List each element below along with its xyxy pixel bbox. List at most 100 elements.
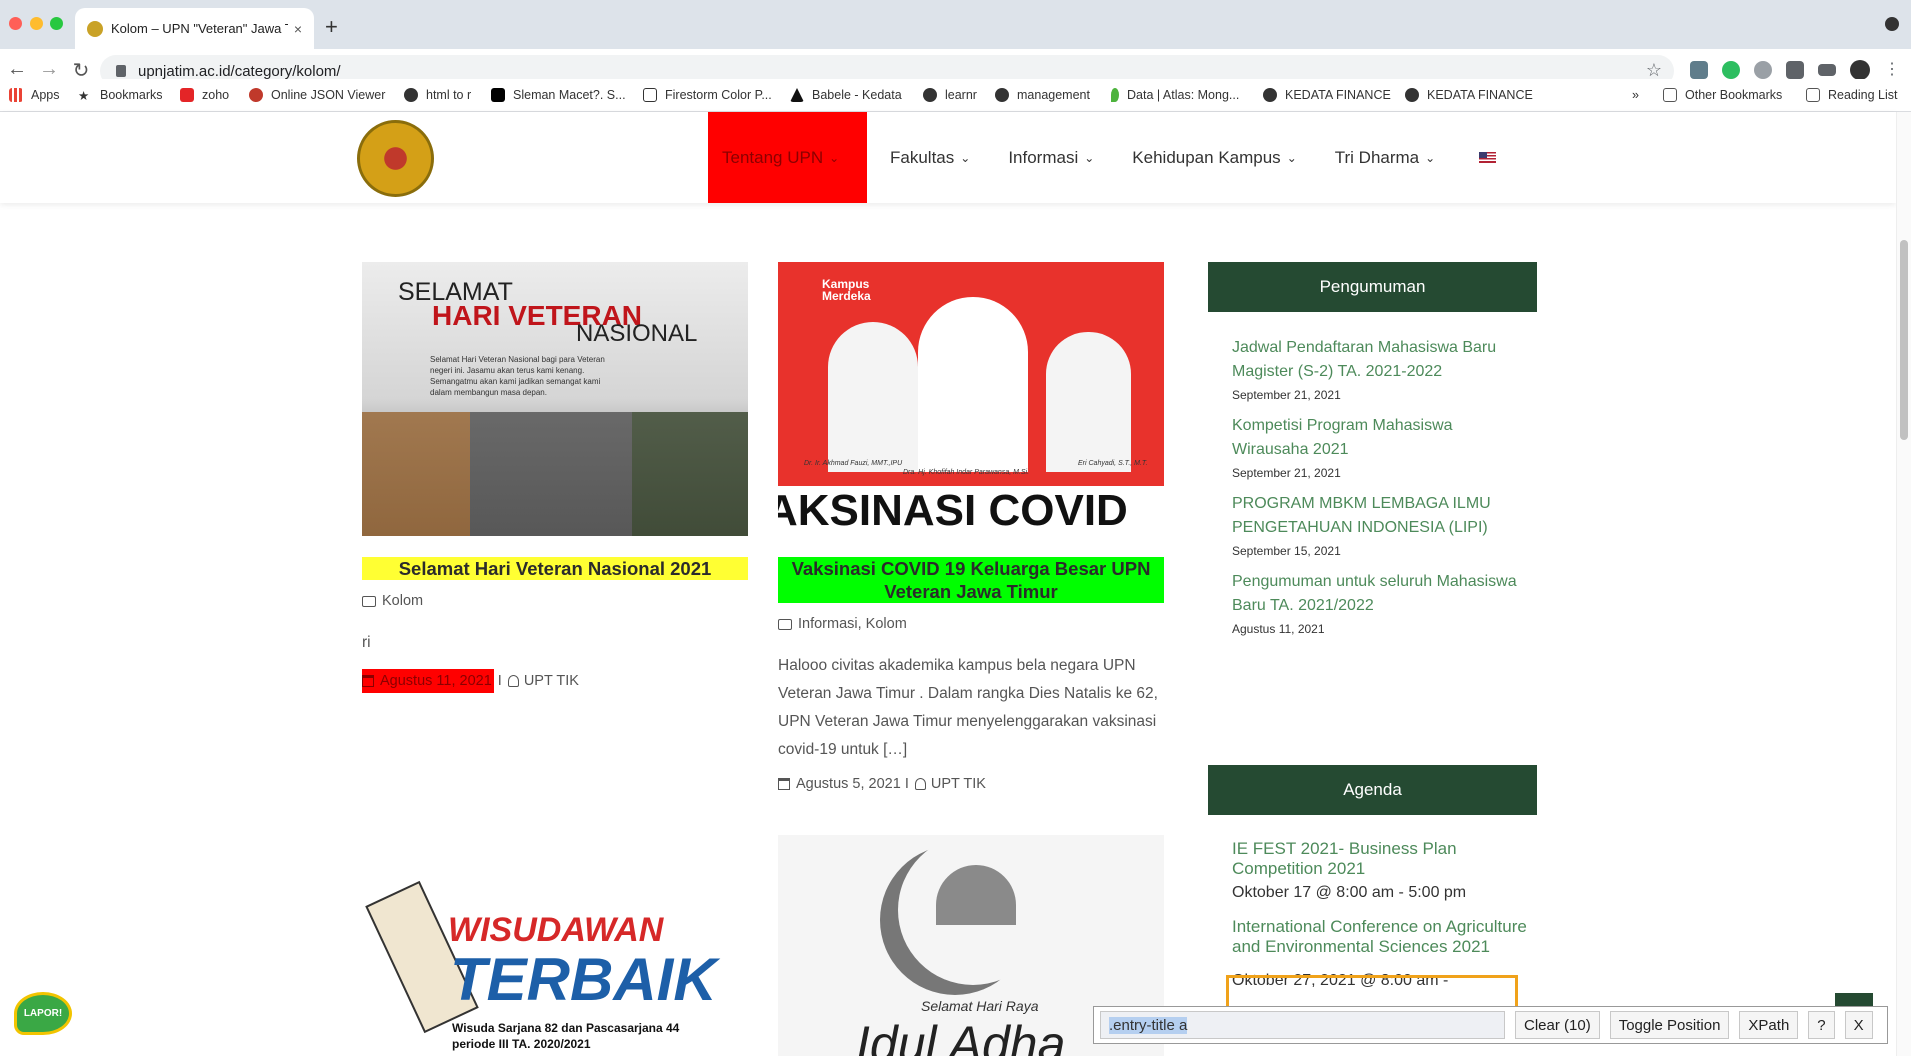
new-tab-button[interactable]: + <box>325 14 338 40</box>
post-date-link[interactable]: Agustus 5, 2021 <box>796 776 901 792</box>
babele-icon <box>790 88 804 102</box>
list-item: Pengumuman untuk seluruh Mahasiswa Baru … <box>1232 570 1532 636</box>
thumbnail-text: Selamat Hari Raya <box>921 998 1039 1014</box>
category-link[interactable]: Informasi, Kolom <box>798 616 907 632</box>
bookmarks-overflow[interactable]: » <box>1632 88 1639 102</box>
announcement-link[interactable]: PROGRAM MBKM LEMBAGA ILMU PENGETAHUAN IN… <box>1232 492 1532 540</box>
entry-title: Selamat Hari Veteran Nasional 2021 <box>362 557 748 580</box>
agenda-heading: Agenda <box>1208 765 1537 815</box>
back-arrow-icon[interactable]: ← <box>4 58 30 81</box>
extension-icon[interactable] <box>1690 61 1708 79</box>
bookmark-html-to-r[interactable]: html to r <box>404 88 471 102</box>
thumbnail-photo <box>362 412 748 536</box>
post-thumbnail[interactable]: WISUDAWAN TERBAIK Wisuda Sarjana 82 dan … <box>362 835 748 1056</box>
evernote-extension-icon[interactable] <box>1722 61 1740 79</box>
close-button[interactable]: X <box>1844 1011 1873 1039</box>
agenda-time: Oktober 17 @ 8:00 am - 5:00 pm <box>1232 884 1467 901</box>
reading-list[interactable]: Reading List <box>1806 88 1898 102</box>
announcement-date: Agustus 11, 2021 <box>1232 622 1325 636</box>
meta-separator: I <box>904 776 909 792</box>
menu-item-kehidupan-kampus[interactable]: Kehidupan Kampus ⌄ <box>1117 112 1311 203</box>
tab-close-icon[interactable]: × <box>294 21 302 37</box>
post-thumbnail[interactable]: SELAMAT HARI VETERAN NASIONAL Selamat Ha… <box>362 262 748 536</box>
post-excerpt: ri <box>362 634 371 651</box>
thumbnail-photo <box>918 297 1028 472</box>
other-bookmarks[interactable]: Other Bookmarks <box>1663 88 1782 102</box>
upn-logo[interactable] <box>357 120 434 197</box>
tab-title: Kolom – UPN "Veteran" Jawa T <box>111 21 288 36</box>
agenda-link[interactable]: International Conference on Agriculture … <box>1232 917 1532 957</box>
menu-item-tri-dharma[interactable]: Tri Dharma ⌄ <box>1320 112 1450 203</box>
bookmark-babele[interactable]: Babele - Kedata <box>790 88 902 102</box>
bookmark-apps[interactable]: Apps <box>9 88 60 102</box>
folder-icon <box>362 595 376 607</box>
list-item: Kompetisi Program Mahasiswa Wirausaha 20… <box>1232 414 1532 480</box>
bookmark-bookmarks[interactable]: ★ Bookmarks <box>78 88 163 103</box>
language-switcher[interactable] <box>1458 112 1511 203</box>
puzzle-extensions-icon[interactable] <box>1786 61 1804 79</box>
announcement-link[interactable]: Jadwal Pendaftaran Mahasiswa Baru Magist… <box>1232 336 1532 384</box>
clear-button[interactable]: Clear (10) <box>1515 1011 1600 1039</box>
forward-arrow-icon[interactable]: → <box>36 58 62 81</box>
toggle-position-button[interactable]: Toggle Position <box>1609 1011 1730 1039</box>
tab-search-icon[interactable] <box>1885 17 1899 31</box>
bookmark-learnr[interactable]: learnr <box>923 88 977 102</box>
media-queue-icon[interactable] <box>1818 64 1836 76</box>
agenda-link[interactable]: IE FEST 2021- Business Plan Competition … <box>1232 839 1532 879</box>
bookmarks-bar: Apps ★ Bookmarks zoho Online JSON Viewer … <box>0 79 1911 112</box>
bookmark-kedata-finance-1[interactable]: KEDATA FINANCE <box>1263 88 1391 102</box>
meta-separator: I <box>497 673 502 689</box>
bookmark-management[interactable]: management <box>995 88 1090 102</box>
browser-tab-active[interactable]: Kolom – UPN "Veteran" Jawa T × <box>75 8 314 49</box>
page-scrollbar[interactable] <box>1896 112 1911 1056</box>
post-date-link[interactable]: Agustus 11, 2021 <box>362 669 494 693</box>
author-link[interactable]: UPT TIK <box>524 673 579 689</box>
post-card: Kampus Merdeka Dr. Ir. Akhmad Fauzi, MMT… <box>778 262 1164 792</box>
maximize-window-icon[interactable] <box>50 17 63 30</box>
bookmark-json-viewer[interactable]: Online JSON Viewer <box>249 88 385 102</box>
chevron-down-icon: ⌄ <box>1286 150 1297 165</box>
json-viewer-icon <box>249 88 263 102</box>
category-link[interactable]: Kolom <box>382 593 423 609</box>
announcement-link[interactable]: Kompetisi Program Mahasiswa Wirausaha 20… <box>1232 414 1532 462</box>
post-categories: Informasi, Kolom <box>778 616 1164 632</box>
globe-icon <box>1405 88 1419 102</box>
thumbnail-text: Idul Adha <box>856 1016 1066 1056</box>
list-item: IE FEST 2021- Business Plan Competition … <box>1232 839 1532 902</box>
extension-icon[interactable] <box>1754 61 1772 79</box>
thumbnail-text: AKSINASI COVID <box>778 486 1164 536</box>
main-menu: Tentang UPN ⌄ Fakultas ⌄ Informasi ⌄ Kehidu… <box>708 112 1519 203</box>
author-link[interactable]: UPT TIK <box>931 776 986 792</box>
menu-item-informasi[interactable]: Informasi ⌄ <box>993 112 1109 203</box>
folder-icon <box>778 618 792 630</box>
menu-item-tentang-upn[interactable]: Tentang UPN ⌄ <box>708 112 867 203</box>
url-text: upnjatim.ac.id/category/kolom/ <box>138 62 341 80</box>
post-thumbnail[interactable]: Kampus Merdeka Dr. Ir. Akhmad Fauzi, MMT… <box>778 262 1164 536</box>
site-header: Tentang UPN ⌄ Fakultas ⌄ Informasi ⌄ Kehidu… <box>0 112 1896 203</box>
bookmark-sleman[interactable]: Sleman Macet?. S... <box>491 88 626 102</box>
profile-avatar[interactable] <box>1850 60 1870 80</box>
bookmark-atlas[interactable]: Data | Atlas: Mong... <box>1111 88 1239 102</box>
browser-menu-icon[interactable]: ⋮ <box>1884 59 1902 78</box>
minimize-window-icon[interactable] <box>30 17 43 30</box>
announcement-link[interactable]: Pengumuman untuk seluruh Mahasiswa Baru … <box>1232 570 1532 618</box>
post-title-link[interactable]: Selamat Hari Veteran Nasional 2021 <box>362 557 748 580</box>
user-icon <box>507 675 519 687</box>
post-excerpt: Halooo civitas akademika kampus bela neg… <box>778 657 1158 758</box>
menu-item-fakultas[interactable]: Fakultas ⌄ <box>875 112 985 203</box>
list-item: PROGRAM MBKM LEMBAGA ILMU PENGETAHUAN IN… <box>1232 492 1532 558</box>
pengumuman-heading: Pengumuman <box>1208 262 1537 312</box>
scrollbar-thumb[interactable] <box>1900 240 1908 440</box>
close-window-icon[interactable] <box>9 17 22 30</box>
bookmark-star-icon[interactable]: ☆ <box>1646 60 1662 81</box>
xpath-button[interactable]: XPath <box>1739 1011 1799 1039</box>
lapor-button[interactable]: LAPOR! <box>14 992 72 1035</box>
bookmark-kedata-finance-2[interactable]: KEDATA FINANCE <box>1405 88 1533 102</box>
help-button[interactable]: ? <box>1808 1011 1835 1039</box>
post-title-link[interactable]: Vaksinasi COVID 19 Keluarga Besar UPN Ve… <box>778 557 1164 603</box>
bookmark-firestorm[interactable]: Firestorm Color P... <box>643 88 772 102</box>
folder-icon <box>1663 88 1677 102</box>
bookmark-zoho[interactable]: zoho <box>180 88 229 102</box>
xpath-query-input[interactable]: .entry-title a <box>1100 1011 1505 1039</box>
thumbnail-text: periode III TA. 2020/2021 <box>452 1037 591 1051</box>
